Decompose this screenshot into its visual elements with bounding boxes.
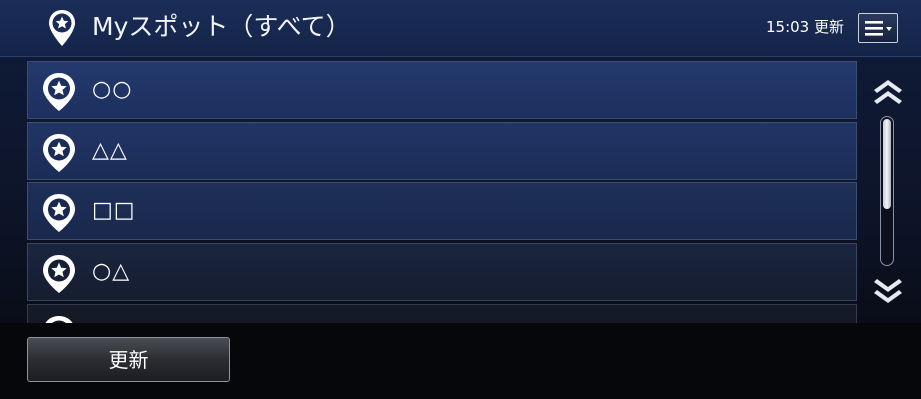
header-bar: Myスポット（すべて） 15:03 更新 [0, 0, 921, 57]
star-pin-icon [41, 193, 77, 233]
spot-list: ○○ △△ □□ ○△ [0, 57, 921, 323]
star-pin-icon [41, 315, 77, 323]
list-item[interactable] [27, 304, 857, 323]
star-pin-icon [46, 8, 78, 48]
list-item-label: ○○ [92, 77, 133, 102]
double-chevron-down-icon [871, 279, 905, 309]
list-item[interactable]: □□ [27, 182, 857, 240]
star-pin-icon [41, 133, 77, 173]
list-item-label: ○△ [92, 259, 131, 284]
scroll-down-button[interactable] [871, 277, 905, 305]
list-item[interactable]: ○○ [27, 61, 857, 119]
star-pin-icon [41, 72, 77, 112]
star-pin-icon [41, 254, 77, 294]
page-title: Myスポット（すべて） [92, 12, 351, 41]
list-item[interactable]: ○△ [27, 243, 857, 301]
scrollbar-thumb[interactable] [883, 119, 891, 209]
footer-bar: 更新 [0, 323, 921, 399]
menu-button[interactable] [858, 13, 898, 43]
list-item[interactable]: △△ [27, 122, 857, 180]
last-updated-time: 15:03 更新 [766, 18, 844, 36]
list-item-label: △△ [92, 138, 128, 163]
double-chevron-up-icon [871, 80, 905, 110]
scroll-up-button[interactable] [871, 78, 905, 106]
scrollbar-track[interactable] [880, 116, 894, 266]
update-button[interactable]: 更新 [27, 337, 230, 382]
list-item-label: □□ [92, 198, 136, 223]
